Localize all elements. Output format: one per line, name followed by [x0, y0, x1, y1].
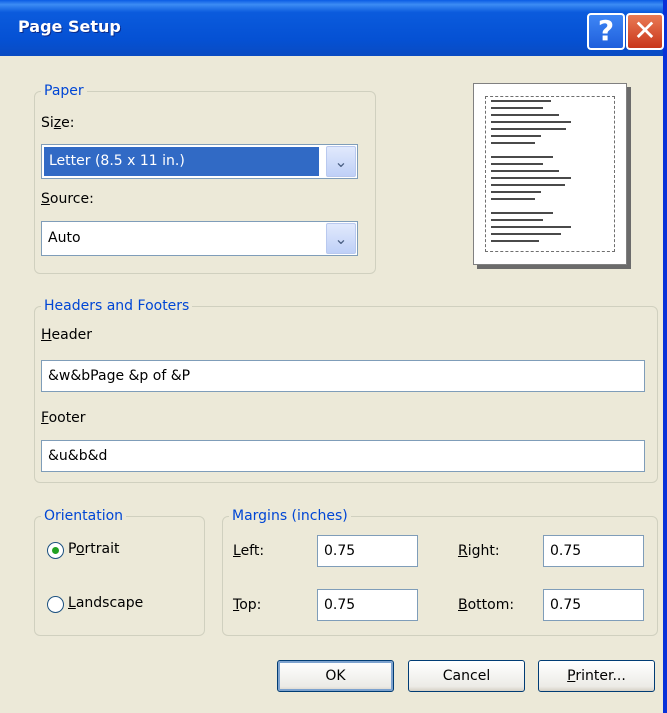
preview-line [491, 177, 571, 179]
window-title: Page Setup [18, 17, 121, 36]
preview-line [491, 170, 559, 172]
top-margin-label: Top: [233, 597, 262, 613]
left-margin-input[interactable]: 0.75 [317, 535, 418, 567]
preview-line [491, 219, 543, 221]
paper-legend: Paper [44, 83, 84, 99]
preview-line [491, 226, 571, 228]
preview-line [491, 121, 571, 123]
source-label: Source: [41, 191, 94, 207]
printer-button[interactable]: Printer... [538, 660, 655, 692]
bottom-margin-label: Bottom: [458, 597, 515, 613]
right-margin-label: Right: [458, 543, 500, 559]
preview-line [491, 100, 551, 102]
footer-input[interactable]: &u&b&d [41, 440, 645, 472]
bottom-margin-input[interactable]: 0.75 [543, 589, 644, 621]
preview-line [491, 107, 543, 109]
chevron-down-icon[interactable]: ⌄ [326, 146, 356, 177]
source-select[interactable]: Auto ⌄ [41, 221, 358, 256]
size-select[interactable]: Letter (8.5 x 11 in.) ⌄ [41, 144, 358, 179]
preview-line [491, 114, 559, 116]
preview-line [491, 156, 553, 158]
footer-label: Footer [41, 410, 86, 426]
portrait-label[interactable]: Portrait [68, 541, 120, 557]
header-label: Header [41, 327, 92, 343]
cancel-button[interactable]: Cancel [408, 660, 525, 692]
page-setup-dialog: Page Setup ? ✕ Paper Size: Letter (8.5 x… [0, 0, 667, 713]
headers-footers-legend: Headers and Footers [44, 298, 190, 314]
preview-line [491, 233, 561, 235]
right-margin-input[interactable]: 0.75 [543, 535, 644, 567]
help-icon[interactable]: ? [587, 13, 625, 50]
preview-line [491, 163, 543, 165]
title-bar[interactable]: Page Setup ? ✕ [0, 0, 664, 56]
header-input[interactable]: &w&bPage &p of &P [41, 360, 645, 392]
preview-line [491, 212, 553, 214]
ok-button[interactable]: OK [277, 660, 394, 692]
orientation-legend: Orientation [44, 508, 124, 524]
landscape-radio[interactable] [47, 596, 64, 613]
close-icon[interactable]: ✕ [626, 13, 664, 50]
preview-line [491, 240, 539, 242]
preview-line [491, 135, 541, 137]
landscape-label[interactable]: Landscape [68, 595, 143, 611]
page-preview [473, 83, 627, 265]
preview-line [491, 128, 566, 130]
portrait-radio[interactable] [47, 542, 64, 559]
preview-line [491, 184, 565, 186]
preview-line [491, 142, 535, 144]
preview-margin-box [485, 96, 615, 252]
size-label: Size: [41, 115, 75, 131]
margins-legend: Margins (inches) [232, 508, 348, 524]
left-margin-label: Left: [233, 543, 265, 559]
preview-line [491, 198, 535, 200]
chevron-down-icon[interactable]: ⌄ [326, 223, 356, 254]
size-value: Letter (8.5 x 11 in.) [44, 147, 319, 176]
top-margin-input[interactable]: 0.75 [317, 589, 418, 621]
orientation-group: Orientation [34, 508, 205, 636]
source-value: Auto [48, 230, 81, 246]
preview-line [491, 191, 541, 193]
